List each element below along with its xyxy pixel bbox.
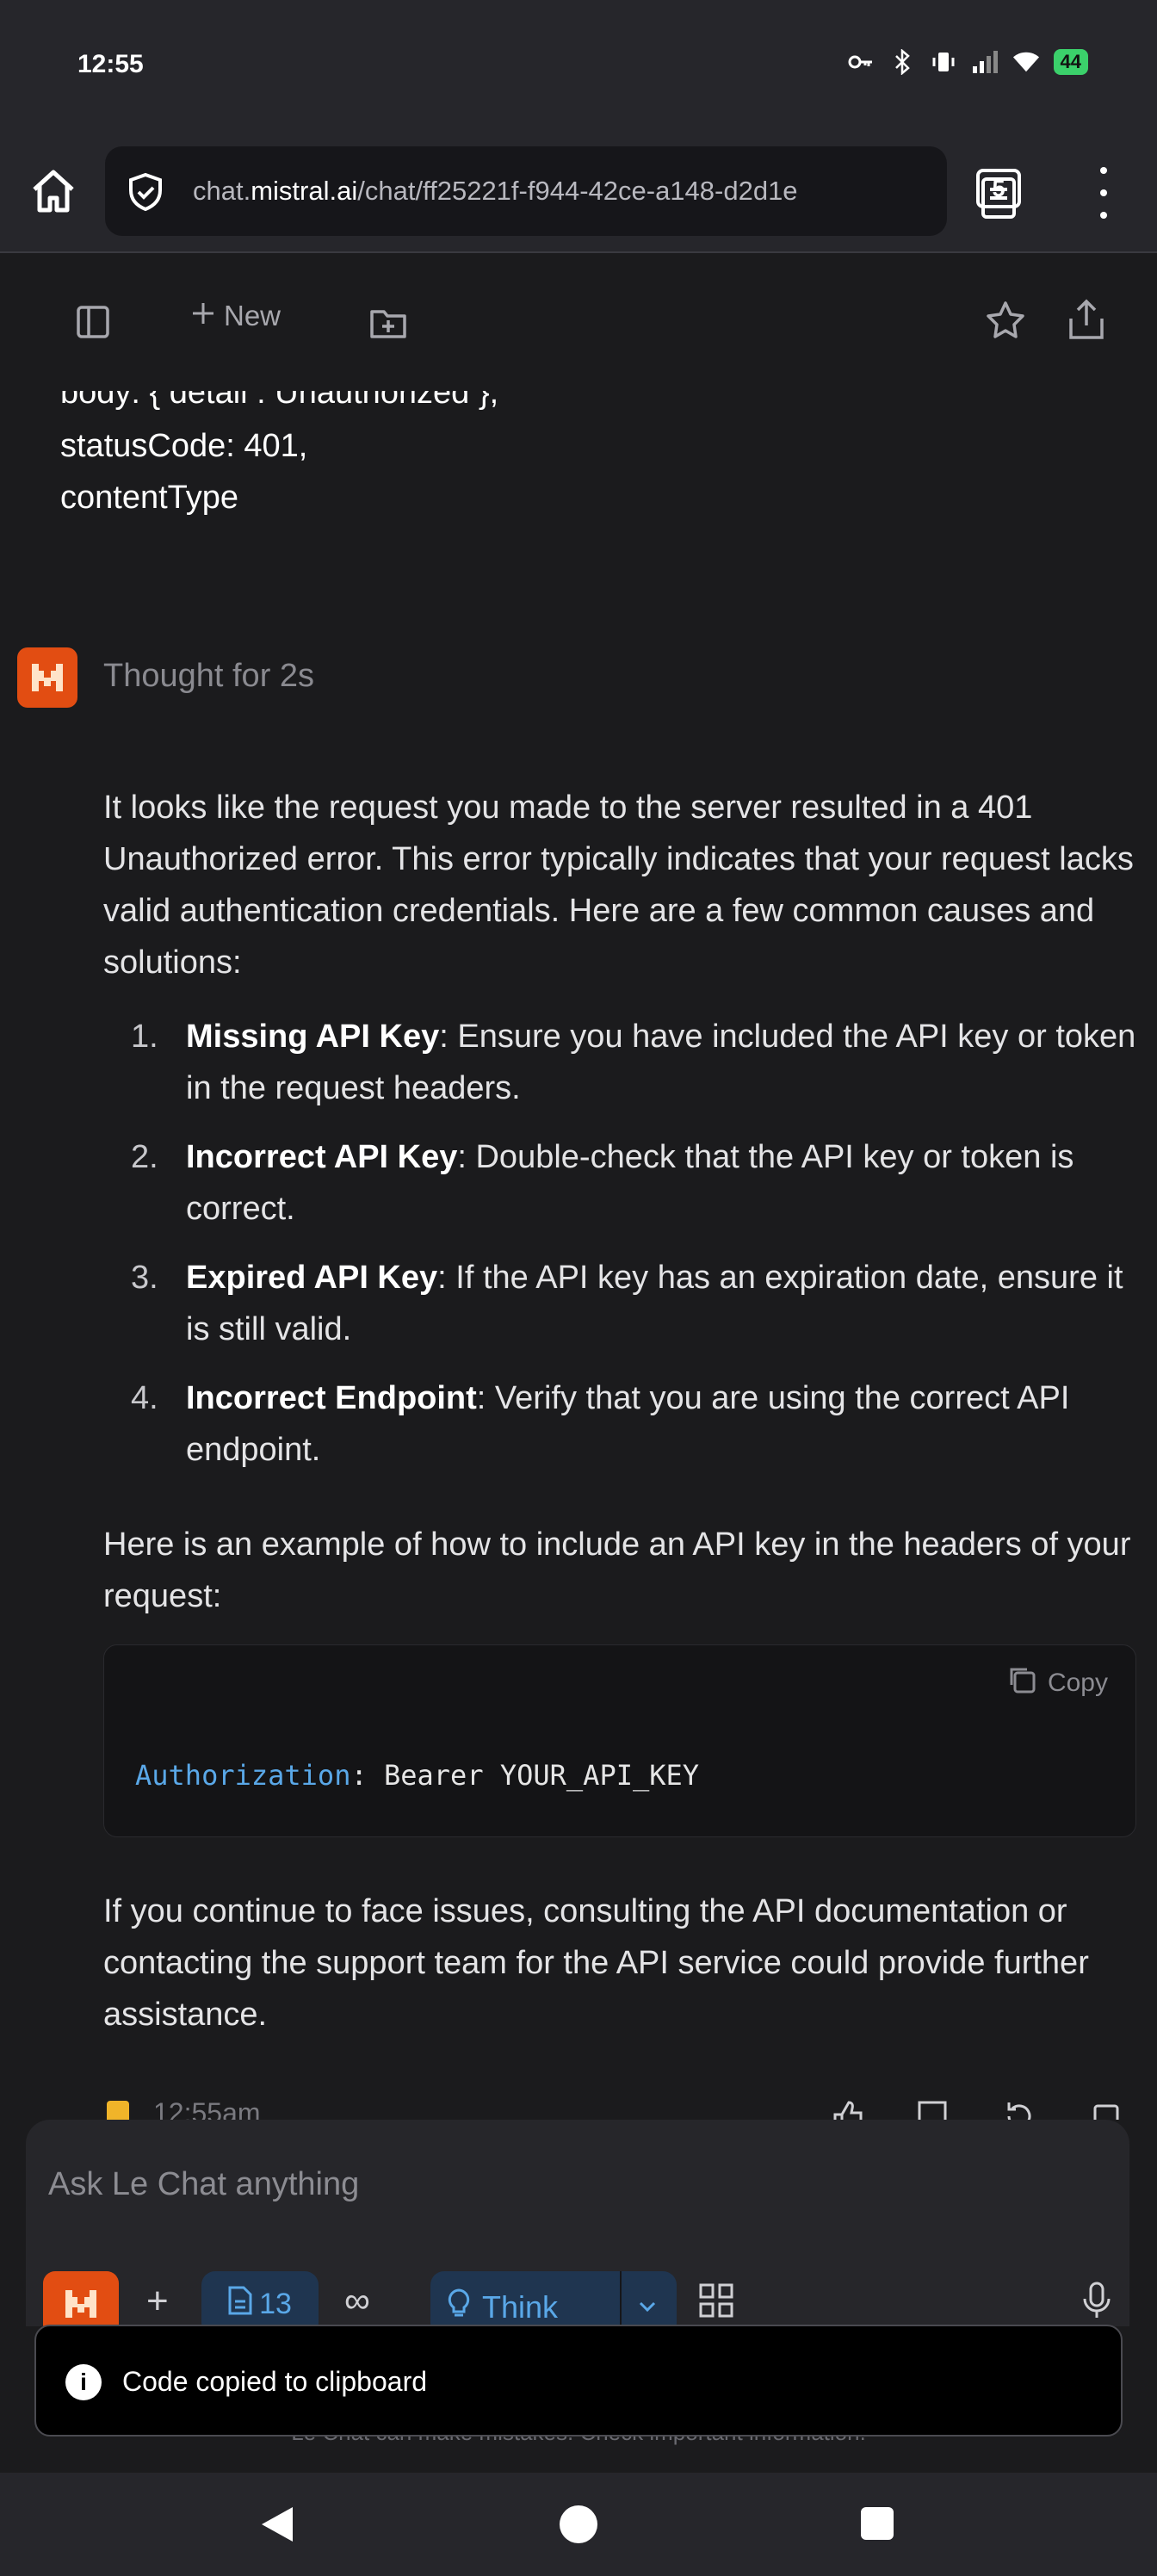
address-bar[interactable]: chat.mistral.ai/chat/ff25221f-f944-42ce-… [105,146,1016,236]
copy-message-icon[interactable] [1088,2099,1123,2120]
info-icon: i [65,2364,102,2400]
thought-toggle[interactable]: Thought for 2s [103,658,314,695]
copy-code-button[interactable]: Copy [1006,1664,1108,1702]
causes-list: 1. Missing API Key: Ensure you have incl… [103,1011,1136,1493]
signal-icon [971,48,999,76]
attach-plus-icon[interactable]: + [146,2280,169,2323]
response-closing: If you continue to face issues, consulti… [103,1893,1089,2033]
status-bar: 12:55 44 [0,0,1157,138]
response-intro: It looks like the request you made to th… [103,790,1134,981]
new-chat-label: New [224,300,282,331]
plus-icon [191,300,215,332]
tab-switcher-button[interactable]: 5 [976,169,1021,208]
mistral-logo-icon [17,647,77,708]
share-icon[interactable] [1067,298,1105,341]
new-chat-button[interactable]: New [191,300,281,332]
system-navigation-bar [0,2473,1157,2576]
vpn-key-icon [847,48,875,76]
battery-icon: 44 [1053,49,1088,75]
chat-input[interactable]: Ask Le Chat anything [48,2166,359,2203]
wifi-icon [1012,48,1040,76]
example-intro: Here is an example of how to include an … [103,1526,1131,1614]
infinity-icon[interactable]: ∞ [344,2280,370,2321]
folder-plus-icon[interactable] [368,303,408,343]
document-icon [228,2286,252,2323]
bluetooth-icon [888,48,916,76]
library-count: 13 [259,2287,292,2320]
browser-toolbar: chat.mistral.ai/chat/ff25221f-f944-42ce-… [0,138,1157,253]
chat-toolbar: New [0,255,1157,391]
message-composer: Ask Le Chat anything + 13 ∞ Think [26,2120,1129,2337]
list-item: 1. Missing API Key: Ensure you have incl… [131,1019,1136,1106]
previous-message-line: statusCode: 401, [60,428,308,464]
think-label: Think [482,2288,559,2325]
more-menu-icon[interactable] [1086,167,1121,219]
back-icon[interactable] [260,2505,294,2548]
home-icon[interactable] [26,164,81,219]
home-nav-icon[interactable] [560,2505,597,2543]
url-text[interactable]: chat.mistral.ai/chat/ff25221f-f944-42ce-… [193,176,933,207]
status-icons: 44 [847,48,1088,76]
shield-check-icon[interactable] [126,172,165,212]
reaction-icon[interactable] [107,2101,129,2120]
previous-message-line: contentType [60,480,239,516]
tools-grid-icon[interactable] [697,2282,735,2324]
copy-label: Copy [1047,1669,1108,1697]
vibrate-icon [930,48,957,76]
regenerate-icon[interactable] [1002,2099,1036,2120]
thumbs-up-icon[interactable] [830,2099,864,2120]
star-icon[interactable] [985,300,1026,341]
message-actions: 12:55am [0,2094,1157,2120]
sidebar-toggle-icon[interactable] [76,305,110,339]
toast-notification: i Code copied to clipboard [34,2325,1123,2437]
thumbs-down-icon[interactable] [916,2099,950,2120]
code-block: Copy Authorization: Bearer YOUR_API_KEY [103,1644,1136,1837]
list-item: 2. Incorrect API Key: Double-check that … [131,1139,1074,1227]
chevron-down-icon[interactable] [635,2290,659,2326]
copy-icon [1006,1664,1037,1702]
list-item: 3. Expired API Key: If the API key has a… [131,1260,1123,1347]
list-item: 4. Incorrect Endpoint: Verify that you a… [131,1380,1070,1468]
message-timestamp: 12:55am [153,2097,261,2120]
recent-apps-icon[interactable] [861,2507,894,2540]
status-time: 12:55 [77,50,144,78]
toast-message: Code copied to clipboard [122,2366,428,2397]
lightbulb-icon [448,2288,470,2325]
code-line: Authorization: Bearer YOUR_API_KEY [135,1759,700,1792]
microphone-icon[interactable] [1081,2282,1112,2324]
